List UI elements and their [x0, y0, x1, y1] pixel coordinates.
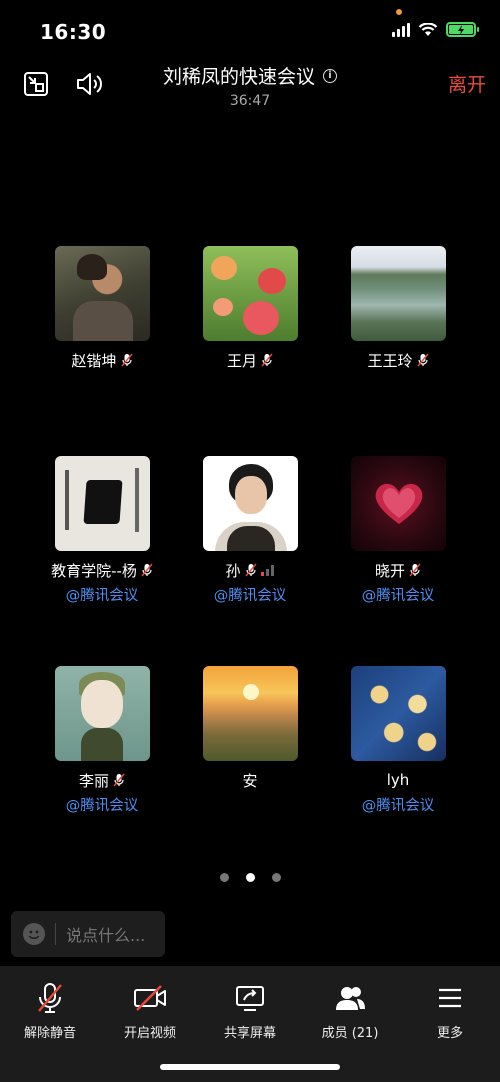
- participant-name-row: 安: [176, 770, 324, 790]
- recording-dot: [396, 9, 402, 15]
- mic-muted-icon: [113, 773, 125, 787]
- wifi-icon: [418, 22, 438, 36]
- participant-name-row: 教育学院--杨: [28, 560, 176, 580]
- battery-icon: [446, 22, 479, 37]
- chat-placeholder: 说点什么...: [66, 926, 146, 945]
- meeting-title[interactable]: 刘稀凤的快速会议 i: [163, 62, 337, 89]
- mic-muted-icon: [261, 353, 273, 367]
- platform-tag: @腾讯会议: [65, 798, 139, 814]
- participant-name-row: 晓开: [324, 560, 472, 580]
- participant-name: 王王玲: [367, 351, 413, 370]
- participant-tile[interactable]: 教育学院--杨 @腾讯会议: [28, 456, 176, 605]
- video-off-icon: [134, 985, 166, 1011]
- mic-muted-icon: [141, 563, 153, 577]
- unmute-label: 解除静音: [23, 1026, 76, 1041]
- participant-name-row: 孙: [176, 560, 324, 580]
- platform-tag: @腾讯会议: [361, 588, 435, 604]
- participant-tile[interactable]: 李丽 @腾讯会议: [28, 666, 176, 815]
- participant-name-row: 王月: [176, 350, 324, 370]
- participant-tile[interactable]: 赵锴坤: [28, 246, 176, 370]
- mic-muted-icon: [416, 353, 429, 367]
- title-block: 刘稀凤的快速会议 i 36:47: [0, 62, 500, 109]
- participant-name: 王月: [226, 351, 257, 370]
- mic-muted-icon: [244, 563, 257, 577]
- avatar: [202, 246, 298, 341]
- avatar: [202, 666, 298, 761]
- share-screen-button[interactable]: 共享屏幕: [200, 982, 300, 1041]
- more-button[interactable]: 更多: [400, 982, 500, 1041]
- participant-name-row: 赵锴坤: [28, 350, 176, 370]
- participant-tile[interactable]: 王王玲: [324, 246, 472, 370]
- bottom-toolbar: 解除静音 开启视频 共享屏幕 成员 (21) 更多: [0, 966, 500, 1082]
- participant-name-row: 王王玲: [324, 350, 472, 370]
- participant-tile[interactable]: 王月: [176, 246, 324, 370]
- leave-button[interactable]: 离开: [448, 70, 486, 97]
- info-icon[interactable]: i: [323, 68, 337, 83]
- status-bar: 16:30: [0, 0, 500, 60]
- platform-tag: @腾讯会议: [361, 798, 435, 814]
- participant-tile[interactable]: 孙 @腾讯会议: [176, 456, 324, 605]
- participant-name-row: 李丽: [28, 770, 176, 790]
- avatar: [350, 666, 446, 761]
- share-screen-icon: [236, 986, 264, 1011]
- mic-muted-icon: [409, 563, 421, 577]
- participant-tile[interactable]: 晓开 @腾讯会议: [324, 456, 472, 605]
- participant-name: lyh: [386, 771, 410, 789]
- signal-icon: [392, 22, 410, 37]
- status-icons: [392, 22, 479, 37]
- chat-input[interactable]: 说点什么...: [11, 911, 165, 957]
- participant-name: 李丽: [78, 771, 109, 790]
- platform-tag: @腾讯会议: [65, 588, 139, 604]
- page-indicator[interactable]: [0, 873, 500, 882]
- start-video-label: 开启视频: [123, 1026, 176, 1041]
- avatar: [350, 456, 446, 551]
- participant-name: 教育学院--杨: [51, 561, 137, 580]
- avatar: [54, 246, 150, 341]
- home-indicator[interactable]: [160, 1064, 340, 1070]
- start-video-button[interactable]: 开启视频: [100, 982, 200, 1041]
- participant-name: 晓开: [374, 561, 405, 580]
- participant-tile[interactable]: 安: [176, 666, 324, 790]
- participant-name: 孙: [225, 561, 241, 580]
- divider: [55, 923, 56, 945]
- avatar: [202, 456, 298, 551]
- mic-muted-icon: [120, 353, 133, 367]
- participant-tile[interactable]: lyh @腾讯会议: [324, 666, 472, 815]
- emoji-icon[interactable]: [23, 923, 45, 945]
- participant-name: 赵锴坤: [71, 351, 117, 370]
- members-icon: [336, 987, 365, 1010]
- members-button[interactable]: 成员 (21): [300, 982, 400, 1041]
- unmute-button[interactable]: 解除静音: [0, 982, 100, 1041]
- platform-tag: @腾讯会议: [213, 588, 287, 604]
- meeting-title-text: 刘稀凤的快速会议: [162, 66, 315, 88]
- page-dot-active[interactable]: [245, 873, 255, 882]
- more-label: 更多: [436, 1026, 463, 1041]
- menu-icon: [439, 988, 461, 1008]
- avatar: [54, 456, 150, 551]
- share-screen-label: 共享屏幕: [223, 1026, 276, 1041]
- avatar: [350, 246, 446, 341]
- page-dot[interactable]: [271, 873, 281, 882]
- mic-off-icon: [38, 983, 62, 1013]
- participant-name: 安: [242, 771, 258, 790]
- avatar: [54, 666, 150, 761]
- meeting-header: 刘稀凤的快速会议 i 36:47 离开: [0, 58, 500, 118]
- status-time: 16:30: [40, 20, 107, 44]
- meeting-timer: 36:47: [229, 93, 271, 109]
- page-dot[interactable]: [219, 873, 229, 882]
- members-label: 成员 (21): [321, 1026, 379, 1041]
- network-signal-icon: [260, 565, 274, 576]
- smiley-glyph: [28, 930, 40, 940]
- participant-name-row: lyh: [324, 770, 472, 790]
- heart-icon: [375, 483, 422, 524]
